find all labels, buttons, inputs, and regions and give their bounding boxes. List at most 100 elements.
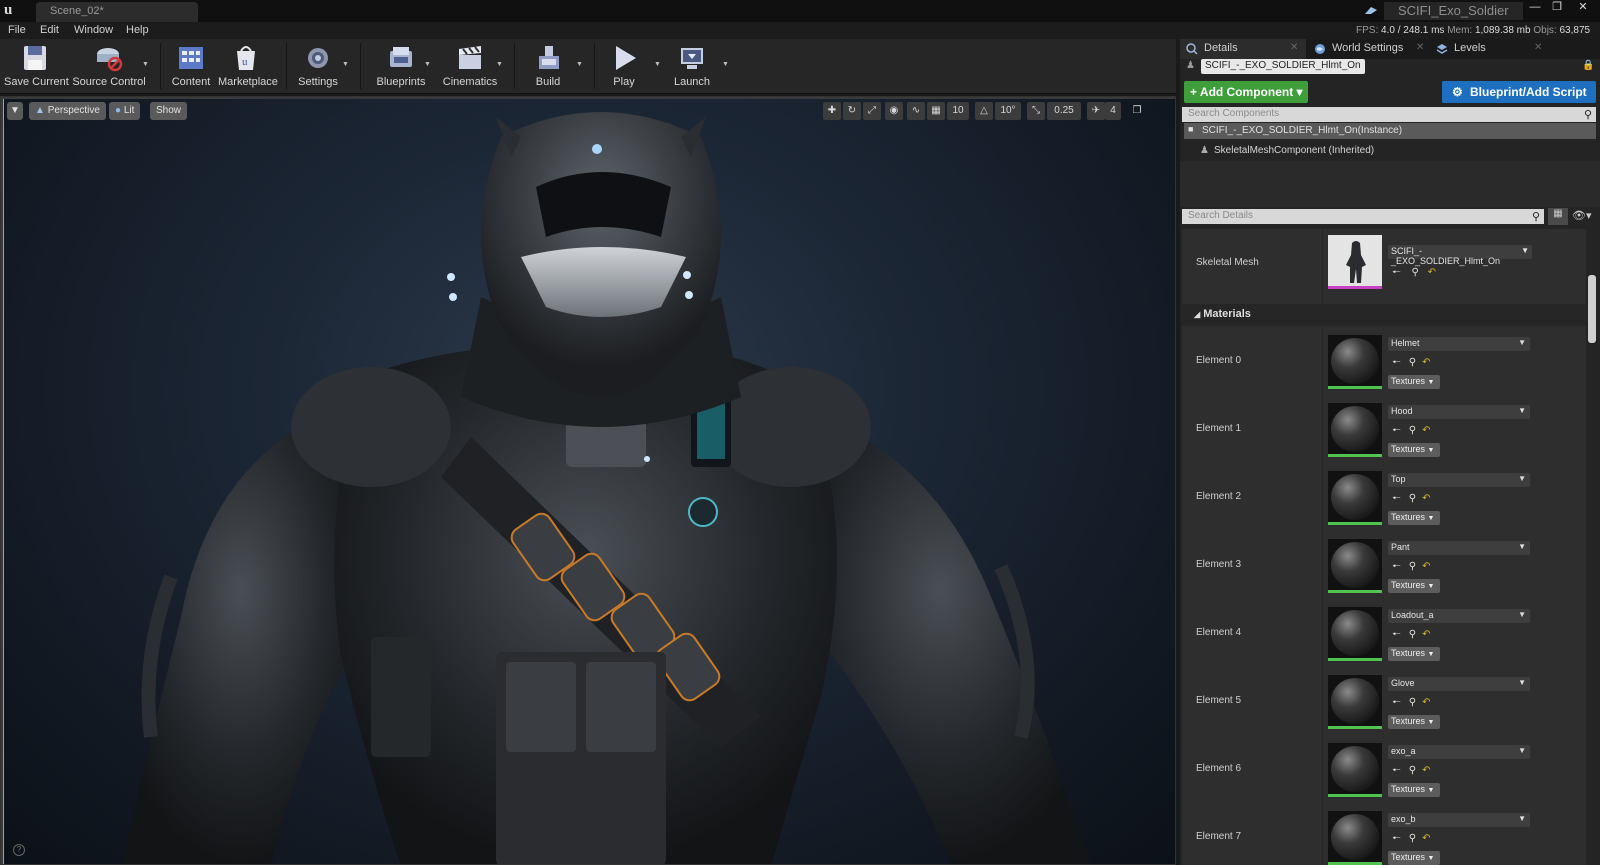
marketplace-button[interactable]: u Marketplace <box>218 39 278 93</box>
translate-mode-icon[interactable]: ✚ <box>823 102 841 120</box>
textures-dropdown[interactable]: Textures ▼ <box>1388 851 1440 865</box>
material-thumbnail[interactable] <box>1328 539 1382 593</box>
launch-dropdown-icon[interactable]: ▼ <box>722 61 729 68</box>
perspective-button[interactable]: ▲ Perspective <box>29 102 106 120</box>
browse-icon[interactable]: ⚲ <box>1409 425 1416 436</box>
use-selected-icon[interactable]: 🠔 <box>1392 267 1401 278</box>
material-select[interactable]: Glove ▼ <box>1388 677 1530 691</box>
material-thumbnail[interactable] <box>1328 675 1382 729</box>
material-thumbnail[interactable] <box>1328 743 1382 797</box>
viewport-options-dropdown[interactable]: ▼ <box>7 102 23 120</box>
play-dropdown-icon[interactable]: ▼ <box>654 61 661 68</box>
world-local-icon[interactable]: ◉ <box>885 102 903 120</box>
search-components-input[interactable]: Search Components ⚲ <box>1182 107 1596 122</box>
browse-icon[interactable]: ⚲ <box>1412 267 1419 278</box>
surface-snap-icon[interactable]: ∿ <box>907 102 925 120</box>
materials-category-header[interactable]: ◢ Materials <box>1182 304 1586 326</box>
rotation-snap-value[interactable]: 10° <box>995 102 1021 120</box>
lit-button[interactable]: ● Lit <box>109 102 141 120</box>
settings-dropdown-icon[interactable]: ▼ <box>342 61 349 68</box>
reset-icon[interactable]: ↶ <box>1422 493 1430 504</box>
component-instance-row[interactable]: ■ SCIFI_-_EXO_SOLDIER_Hlmt_On(Instance) <box>1184 123 1596 139</box>
camera-speed-value[interactable]: 4 <box>1105 102 1121 120</box>
menu-window[interactable]: Window <box>74 24 113 36</box>
use-selected-icon[interactable]: 🠔 <box>1392 357 1401 368</box>
material-select[interactable]: Helmet ▼ <box>1388 337 1530 351</box>
play-button[interactable]: Play <box>604 39 644 93</box>
material-thumbnail[interactable] <box>1328 471 1382 525</box>
scale-mode-icon[interactable]: ⤢ <box>863 102 881 120</box>
menu-file[interactable]: File <box>8 24 26 36</box>
source-control-button[interactable]: Source Control <box>72 39 146 93</box>
browse-icon[interactable]: ⚲ <box>1409 493 1416 504</box>
use-selected-icon[interactable]: 🠔 <box>1392 833 1401 844</box>
ue-logo-icon[interactable]: u <box>4 2 22 20</box>
reset-icon[interactable]: ↶ <box>1422 697 1430 708</box>
level-viewport[interactable]: ▼ ▲ Perspective ● Lit Show ✚ ↻ ⤢ ◉ ∿ ▦ 1… <box>0 96 1176 865</box>
view-options-eye-icon[interactable]: 👁▾ <box>1572 209 1598 224</box>
scale-snap-icon[interactable]: ⤡ <box>1027 102 1045 120</box>
material-select[interactable]: exo_a ▼ <box>1388 745 1530 759</box>
textures-dropdown[interactable]: Textures ▼ <box>1388 375 1440 389</box>
search-details-input[interactable]: Search Details ⚲ <box>1182 209 1544 224</box>
use-selected-icon[interactable]: 🠔 <box>1392 493 1401 504</box>
skeletal-mesh-component-row[interactable]: ♟ SkeletalMeshComponent (Inherited) <box>1200 145 1374 156</box>
grid-snap-value[interactable]: 10 <box>947 102 969 120</box>
scene-tab[interactable]: Scene_02* <box>36 2 198 22</box>
reset-icon[interactable]: ↶ <box>1422 425 1430 436</box>
browse-icon[interactable]: ⚲ <box>1409 561 1416 572</box>
textures-dropdown[interactable]: Textures ▼ <box>1388 783 1440 797</box>
menu-edit[interactable]: Edit <box>40 24 59 36</box>
save-current-button[interactable]: Save Current <box>4 39 69 93</box>
build-button[interactable]: Build <box>528 39 568 93</box>
tab-levels[interactable]: Levels ✕ <box>1430 39 1550 59</box>
textures-dropdown[interactable]: Textures ▼ <box>1388 511 1440 525</box>
close-icon[interactable]: ✕ <box>1574 1 1592 13</box>
minimize-icon[interactable]: — <box>1526 1 1544 13</box>
actor-name-field[interactable]: SCIFI_-_EXO_SOLDIER_Hlmt_On <box>1201 59 1365 74</box>
tab-details[interactable]: Details ✕ <box>1180 39 1306 59</box>
material-select[interactable]: Pant ▼ <box>1388 541 1530 555</box>
blueprints-dropdown-icon[interactable]: ▼ <box>424 61 431 68</box>
reset-icon[interactable]: ↶ <box>1422 629 1430 640</box>
property-matrix-icon[interactable]: ▦ <box>1548 208 1568 225</box>
settings-button[interactable]: Settings <box>294 39 342 93</box>
textures-dropdown[interactable]: Textures ▼ <box>1388 443 1440 457</box>
material-select[interactable]: Loadout_a ▼ <box>1388 609 1530 623</box>
skeletal-mesh-select[interactable]: SCIFI_-_EXO_SOLDIER_Hlmt_On ▼ <box>1388 245 1532 266</box>
material-select[interactable]: Hood ▼ <box>1388 405 1530 419</box>
use-selected-icon[interactable]: 🠔 <box>1392 697 1401 708</box>
browse-icon[interactable]: ⚲ <box>1409 629 1416 640</box>
grid-snap-icon[interactable]: ▦ <box>927 102 945 120</box>
browse-icon[interactable]: ⚲ <box>1409 357 1416 368</box>
material-thumbnail[interactable] <box>1328 607 1382 661</box>
blueprint-add-script-button[interactable]: ⚙ Blueprint/Add Script <box>1442 81 1596 103</box>
reset-icon[interactable]: ↶ <box>1422 765 1430 776</box>
use-selected-icon[interactable]: 🠔 <box>1392 561 1401 572</box>
add-component-button[interactable]: + Add Component ▾ <box>1184 81 1308 103</box>
content-button[interactable]: Content <box>170 39 212 93</box>
reset-icon[interactable]: ↶ <box>1422 833 1430 844</box>
source-control-dropdown-icon[interactable]: ▼ <box>142 61 149 68</box>
close-tab-icon[interactable]: ✕ <box>1534 42 1542 53</box>
material-select[interactable]: exo_b ▼ <box>1388 813 1530 827</box>
use-selected-icon[interactable]: 🠔 <box>1392 425 1401 436</box>
textures-dropdown[interactable]: Textures ▼ <box>1388 579 1440 593</box>
reset-icon[interactable]: ↶ <box>1422 357 1430 368</box>
textures-dropdown[interactable]: Textures ▼ <box>1388 715 1440 729</box>
skeletal-mesh-thumbnail[interactable] <box>1328 235 1382 289</box>
help-icon[interactable]: ? <box>13 844 25 856</box>
tab-world-settings[interactable]: World Settings ✕ <box>1308 39 1430 59</box>
reset-icon[interactable]: ↶ <box>1422 561 1430 572</box>
close-tab-icon[interactable]: ✕ <box>1290 42 1298 53</box>
cinematics-button[interactable]: Cinematics <box>438 39 502 93</box>
maximize-viewport-icon[interactable]: ❐ <box>1129 102 1145 120</box>
material-select[interactable]: Top ▼ <box>1388 473 1530 487</box>
cinematics-dropdown-icon[interactable]: ▼ <box>496 61 503 68</box>
blueprints-button[interactable]: Blueprints <box>370 39 432 93</box>
rotate-mode-icon[interactable]: ↻ <box>843 102 861 120</box>
menu-help[interactable]: Help <box>126 24 149 36</box>
material-thumbnail[interactable] <box>1328 811 1382 865</box>
textures-dropdown[interactable]: Textures ▼ <box>1388 647 1440 661</box>
use-selected-icon[interactable]: 🠔 <box>1392 629 1401 640</box>
